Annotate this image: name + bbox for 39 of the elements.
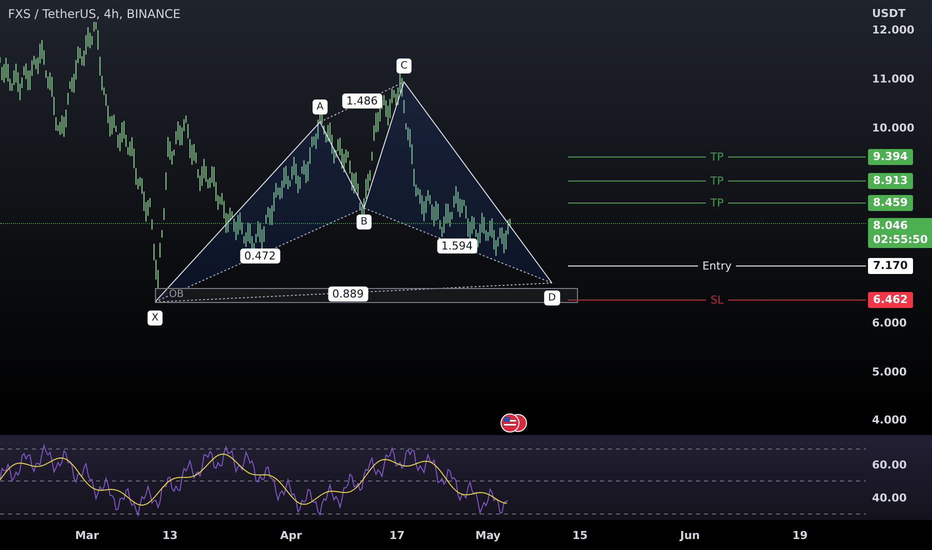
- ratio-label: 0.472: [240, 248, 280, 264]
- pattern-point-label: A: [312, 100, 328, 114]
- pattern-point-label: B: [356, 214, 372, 230]
- level-label: TP: [710, 150, 724, 164]
- time-tick: 17: [389, 529, 405, 542]
- price-tag: 9.394: [868, 149, 913, 166]
- price-tick: 11.000: [872, 72, 914, 86]
- time-tick: 13: [162, 529, 178, 542]
- time-tick: May: [475, 529, 501, 542]
- price-tick: 10.000: [872, 121, 914, 134]
- rsi-tick: 40.00: [872, 492, 907, 504]
- price-tag: 8.913: [868, 172, 913, 189]
- level-label: TP: [710, 174, 724, 188]
- time-tick: Mar: [75, 529, 99, 542]
- time-tick: Apr: [280, 529, 302, 542]
- time-tick: Jun: [680, 529, 700, 542]
- level-label: Entry: [702, 259, 732, 272]
- level-label: TP: [710, 196, 724, 210]
- pattern-point-label: D: [544, 290, 560, 306]
- level-label: SL: [710, 294, 724, 307]
- zone-label: OB: [168, 289, 185, 300]
- ratio-label: 1.486: [342, 94, 382, 108]
- ratio-label: 1.594: [437, 238, 477, 254]
- rsi-tick: 60.00: [872, 458, 907, 472]
- price-tick: 4.000: [872, 414, 907, 427]
- chart-title: FXS / TetherUS, 4h, BINANCE: [6, 6, 183, 22]
- pattern-point-label: C: [396, 58, 412, 74]
- last-price-tag: 8.046 02:55:50: [868, 218, 932, 248]
- price-tick: 12.000: [872, 24, 914, 36]
- currency-label: USDT: [872, 7, 906, 20]
- price-tag: 8.459: [868, 194, 913, 211]
- time-tick: 15: [572, 529, 588, 542]
- price-tick: 5.000: [872, 365, 907, 378]
- price-tag: 7.170: [868, 258, 913, 274]
- pattern-point-label: X: [148, 310, 162, 326]
- price-tick: 6.000: [872, 316, 907, 330]
- time-tick: 19: [792, 529, 808, 542]
- ratio-label: 0.889: [328, 286, 368, 302]
- price-tag: 6.462: [868, 292, 913, 308]
